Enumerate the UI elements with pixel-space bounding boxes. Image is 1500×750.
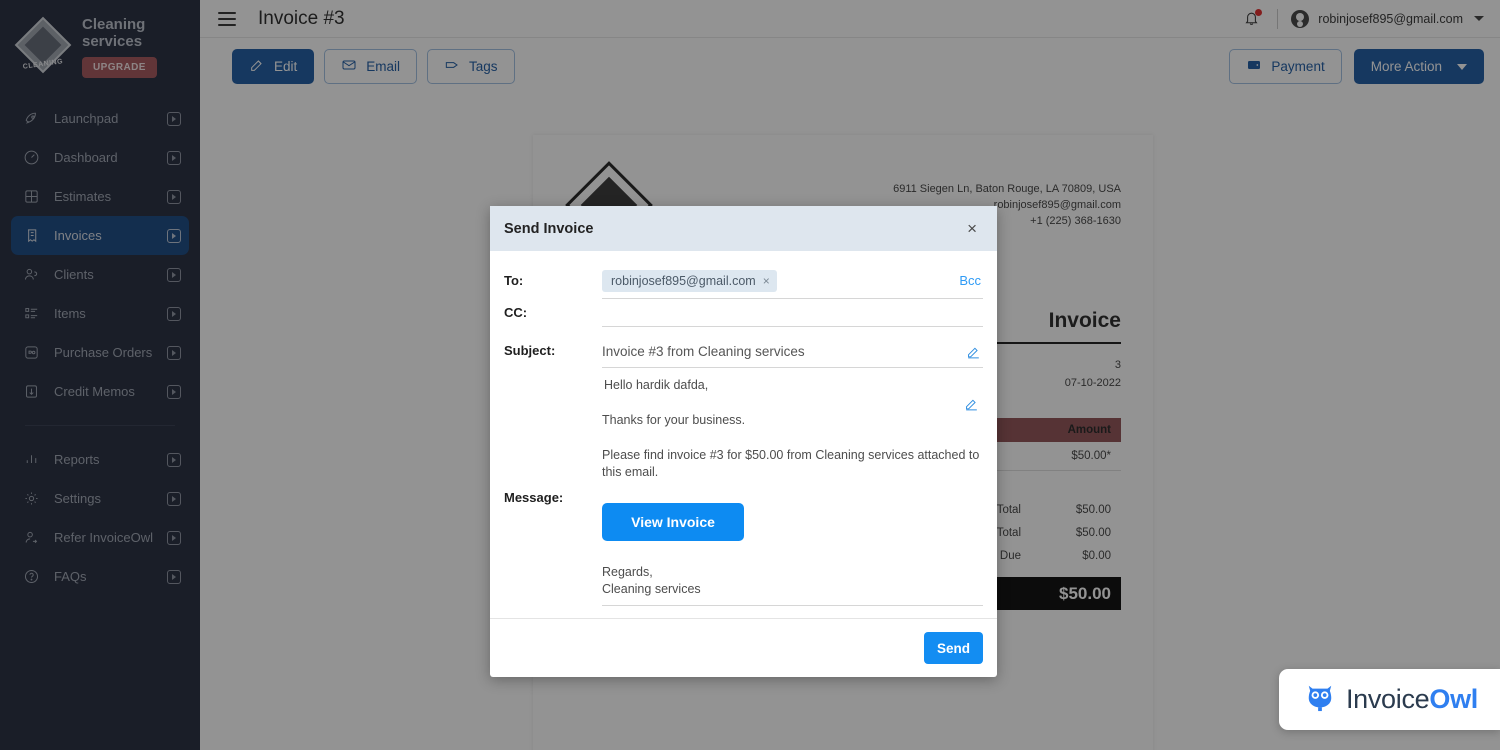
cc-field-row: CC:	[504, 299, 983, 327]
message-signature: Cleaning services	[602, 581, 983, 598]
widget-label-invoice: Invoice	[1346, 684, 1429, 714]
message-regards: Regards,	[602, 564, 983, 581]
owl-icon	[1305, 682, 1335, 717]
to-field-row: To: robinjosef895@gmail.com × Bcc	[504, 267, 983, 299]
subject-input[interactable]: Invoice #3 from Cleaning services	[602, 337, 983, 368]
message-label: Message:	[504, 368, 602, 505]
app-root: CLEANING Cleaning services UPGRADE Launc…	[0, 0, 1500, 750]
message-thanks: Thanks for your business.	[602, 412, 983, 429]
modal-title: Send Invoice	[504, 221, 593, 237]
to-input[interactable]: robinjosef895@gmail.com × Bcc	[602, 267, 983, 299]
bcc-toggle[interactable]: Bcc	[959, 273, 983, 288]
edit-subject-pencil-icon[interactable]	[964, 342, 983, 361]
modal-header: Send Invoice ×	[490, 206, 997, 251]
send-invoice-modal: Send Invoice × To: robinjosef895@gmail.c…	[490, 206, 997, 677]
remove-recipient-icon[interactable]: ×	[763, 274, 770, 288]
widget-label-owl: Owl	[1429, 684, 1478, 714]
to-label: To:	[504, 267, 602, 288]
invoiceowl-branding-widget[interactable]: InvoiceOwl	[1279, 669, 1500, 730]
recipient-chip[interactable]: robinjosef895@gmail.com ×	[602, 270, 777, 292]
view-invoice-button[interactable]: View Invoice	[602, 503, 744, 541]
subject-label: Subject:	[504, 337, 602, 358]
message-editor[interactable]: Hello hardik dafda, Thanks for your busi…	[602, 368, 983, 606]
message-field-row: Message: Hello hardik dafda, Thanks for …	[504, 368, 983, 606]
message-body: Please find invoice #3 for $50.00 from C…	[602, 447, 983, 481]
widget-label: InvoiceOwl	[1346, 684, 1478, 715]
modal-footer: Send	[490, 618, 997, 677]
subject-field-row: Subject: Invoice #3 from Cleaning servic…	[504, 337, 983, 368]
cc-input[interactable]	[602, 299, 983, 327]
recipient-email: robinjosef895@gmail.com	[611, 274, 756, 288]
cc-label: CC:	[504, 299, 602, 320]
close-icon[interactable]: ×	[963, 218, 981, 239]
message-underline	[602, 605, 983, 606]
edit-message-pencil-icon[interactable]	[962, 394, 981, 413]
modal-body: To: robinjosef895@gmail.com × Bcc CC:	[490, 251, 997, 618]
send-button[interactable]: Send	[924, 632, 983, 664]
subject-value: Invoice #3 from Cleaning services	[602, 344, 805, 359]
message-greeting: Hello hardik dafda,	[602, 374, 983, 394]
